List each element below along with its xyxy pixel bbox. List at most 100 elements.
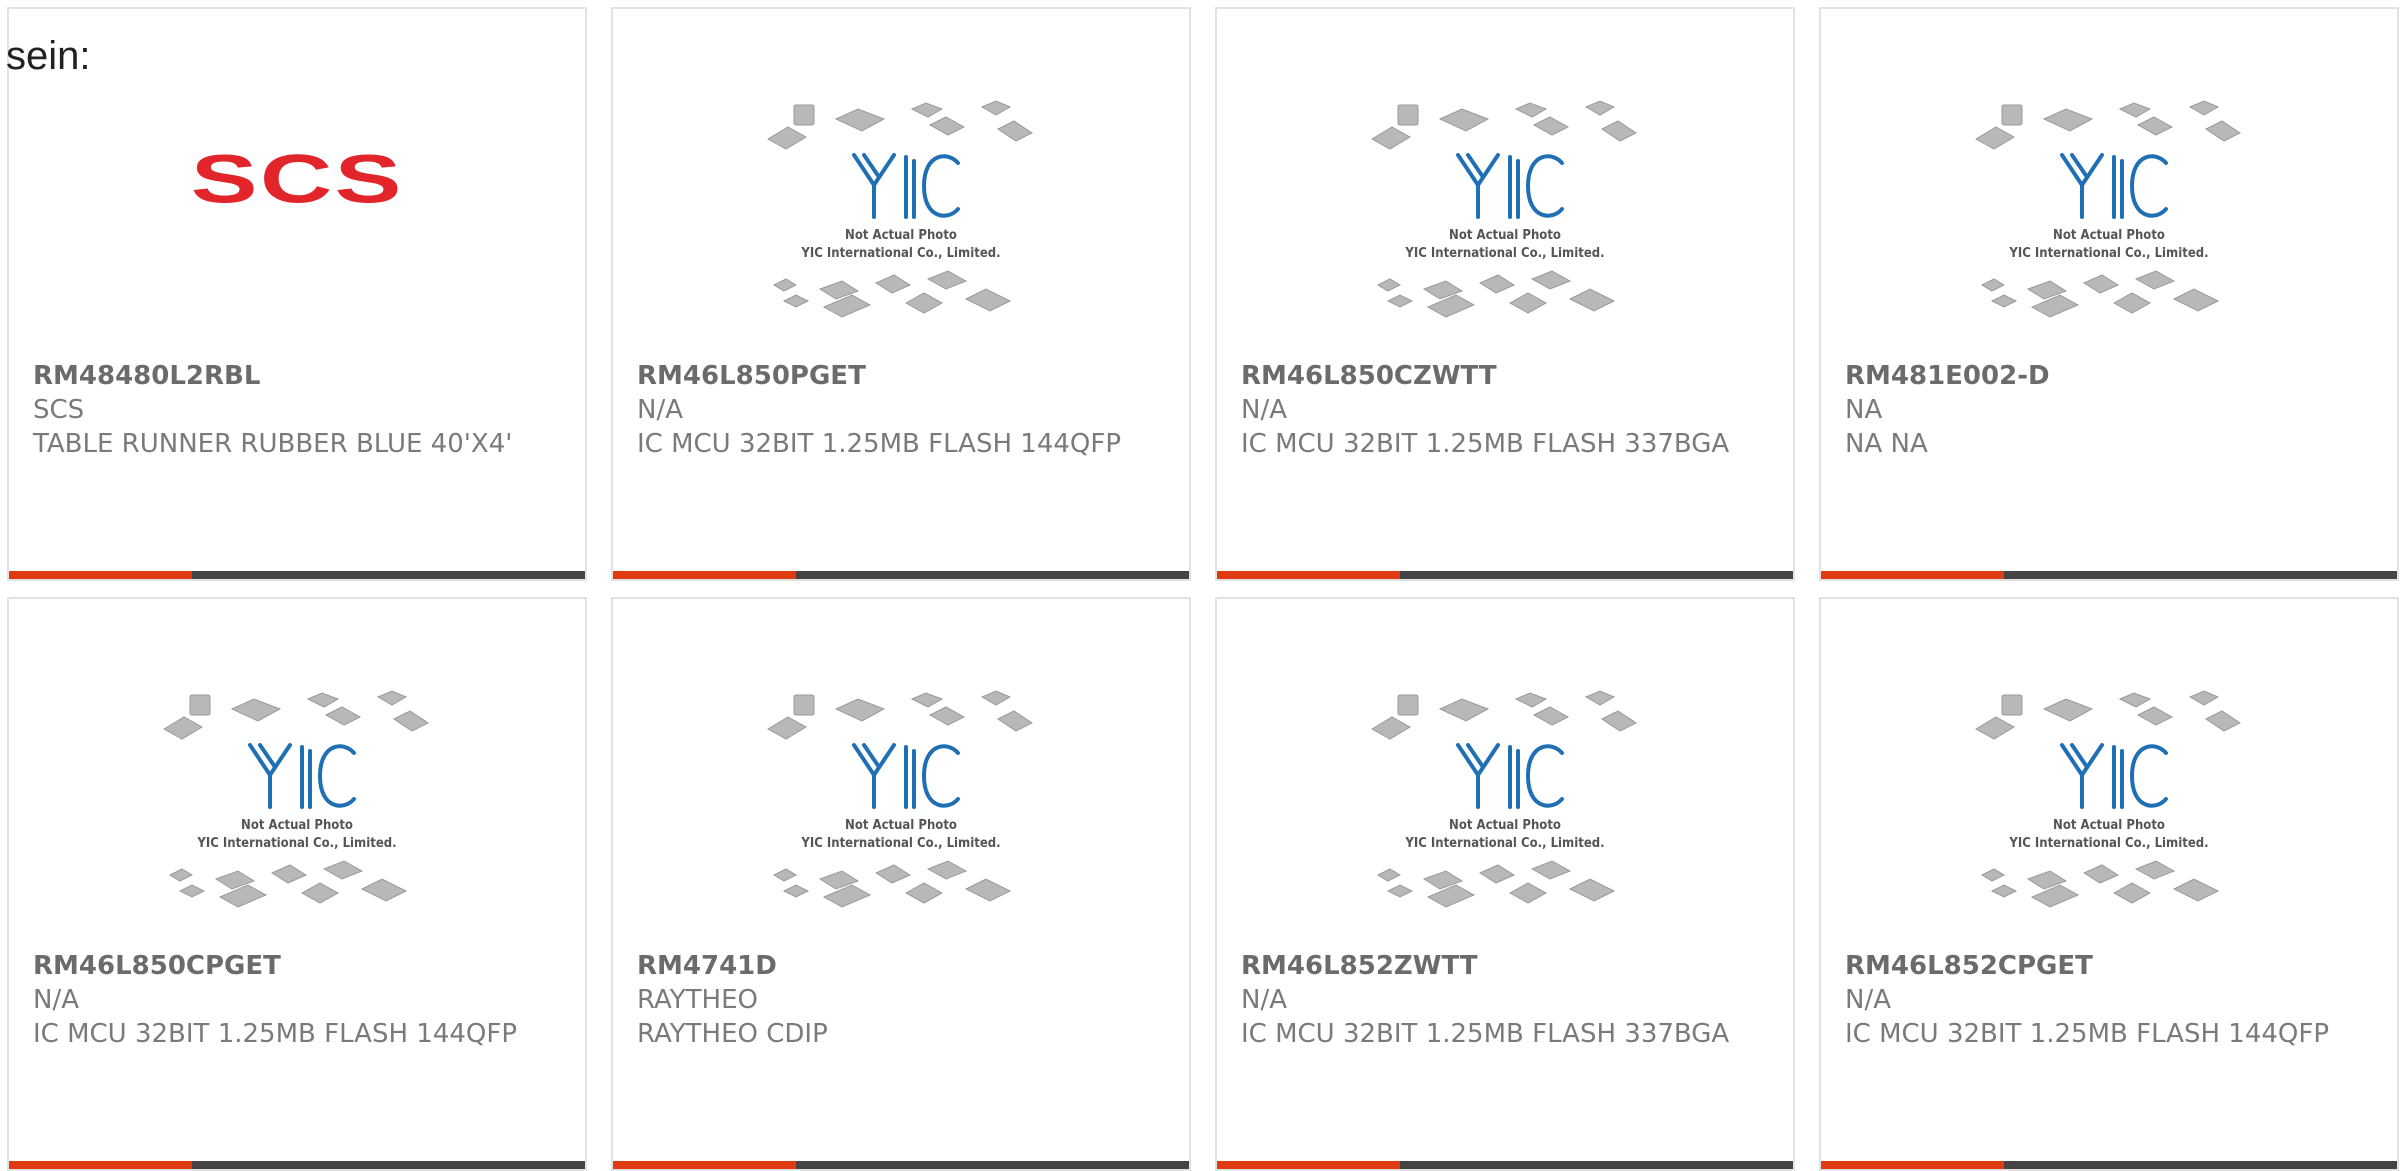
manufacturer: NA <box>1845 395 1883 425</box>
product-card[interactable]: Not Actual Photo YIC International Co., L… <box>1215 597 1795 1171</box>
yic-logo <box>852 743 960 809</box>
part-number[interactable]: RM46L850PGET <box>637 359 1175 393</box>
yic-logo <box>248 743 356 809</box>
card-bar <box>613 571 1189 579</box>
chip-packages-top <box>1975 690 2241 740</box>
not-actual-photo-caption: Not Actual Photo YIC International Co., L… <box>1404 228 1604 261</box>
card-bar-accent <box>9 571 192 579</box>
product-image: Not Actual Photo YIC International Co., L… <box>1217 679 1793 939</box>
chip-packages-bottom <box>1980 860 2220 908</box>
card-bar-accent <box>9 1161 192 1169</box>
yic-placeholder-image: Not Actual Photo YIC International Co., L… <box>1975 690 2241 908</box>
card-bar <box>613 1161 1189 1169</box>
svg-text:YIC International Co., Limited: YIC International Co., Limited. <box>196 836 396 851</box>
description: IC MCU 32BIT 1.25MB FLASH 337BGA <box>1241 429 1730 459</box>
scs-logo: SCS <box>190 141 404 218</box>
yic-placeholder-image: Not Actual Photo YIC International Co., L… <box>163 690 429 908</box>
chip-packages-top <box>163 690 429 740</box>
chip-packages-top <box>767 100 1033 150</box>
chip-packages-bottom <box>772 270 1012 318</box>
chip-packages-bottom <box>1980 270 2220 318</box>
chip-packages-bottom <box>168 860 408 908</box>
part-number[interactable]: RM4741D <box>637 949 1175 983</box>
product-card[interactable]: Not Actual Photo YIC International Co., L… <box>1819 7 2399 581</box>
manufacturer: N/A <box>1241 395 1287 425</box>
yic-placeholder-image: Not Actual Photo YIC International Co., L… <box>1975 100 2241 318</box>
svg-text:Not Actual Photo: Not Actual Photo <box>845 818 957 833</box>
card-bar <box>9 571 585 579</box>
manufacturer: RAYTHEO <box>637 985 758 1015</box>
manufacturer: N/A <box>1241 985 1287 1015</box>
product-image: Not Actual Photo YIC International Co., L… <box>9 679 585 939</box>
yic-placeholder-image: Not Actual Photo YIC International Co., L… <box>767 100 1033 318</box>
product-card[interactable]: Not Actual Photo YIC International Co., L… <box>1215 7 1795 581</box>
yic-placeholder-image: Not Actual Photo YIC International Co., L… <box>1371 690 1637 908</box>
part-number[interactable]: RM46L852ZWTT <box>1241 949 1779 983</box>
svg-text:YIC International Co., Limited: YIC International Co., Limited. <box>800 246 1000 261</box>
product-image: Not Actual Photo YIC International Co., L… <box>1821 89 2397 349</box>
description: IC MCU 32BIT 1.25MB FLASH 337BGA <box>1241 1019 1730 1049</box>
svg-text:Not Actual Photo: Not Actual Photo <box>2053 818 2165 833</box>
not-actual-photo-caption: Not Actual Photo YIC International Co., L… <box>2008 228 2208 261</box>
yic-logo <box>852 153 960 219</box>
product-image: SCS <box>9 89 585 349</box>
svg-text:Not Actual Photo: Not Actual Photo <box>2053 228 2165 243</box>
manufacturer: SCS <box>33 395 85 425</box>
card-bar <box>1217 1161 1793 1169</box>
chip-packages-top <box>767 690 1033 740</box>
part-number[interactable]: RM481E002-D <box>1845 359 2383 393</box>
product-image: Not Actual Photo YIC International Co., L… <box>613 679 1189 939</box>
svg-text:YIC International Co., Limited: YIC International Co., Limited. <box>800 836 1000 851</box>
description: NA NA <box>1845 429 1928 459</box>
product-card[interactable]: SCS RM48480L2RBL SCS TABLE RUNNER RUBBER… <box>7 7 587 581</box>
part-number[interactable]: RM46L850CPGET <box>33 949 571 983</box>
product-card[interactable]: Not Actual Photo YIC International Co., L… <box>7 597 587 1171</box>
svg-text:YIC International Co., Limited: YIC International Co., Limited. <box>1404 246 1604 261</box>
part-number[interactable]: RM48480L2RBL <box>33 359 571 393</box>
yic-logo <box>2060 743 2168 809</box>
description: RAYTHEO CDIP <box>637 1019 828 1049</box>
chip-packages-top <box>1371 690 1637 740</box>
description: IC MCU 32BIT 1.25MB FLASH 144QFP <box>1845 1019 2329 1049</box>
manufacturer: N/A <box>33 985 79 1015</box>
card-bar-accent <box>1821 1161 2004 1169</box>
product-card[interactable]: Not Actual Photo YIC International Co., L… <box>611 597 1191 1171</box>
svg-text:Not Actual Photo: Not Actual Photo <box>845 228 957 243</box>
card-bar-accent <box>613 1161 796 1169</box>
svg-text:Not Actual Photo: Not Actual Photo <box>1449 818 1561 833</box>
chip-packages-bottom <box>1376 270 1616 318</box>
product-image: Not Actual Photo YIC International Co., L… <box>613 89 1189 349</box>
svg-text:Not Actual Photo: Not Actual Photo <box>241 818 353 833</box>
card-bar <box>1821 1161 2397 1169</box>
manufacturer: N/A <box>1845 985 1891 1015</box>
product-card[interactable]: Not Actual Photo YIC International Co., L… <box>611 7 1191 581</box>
yic-logo <box>1456 743 1564 809</box>
chip-packages-bottom <box>772 860 1012 908</box>
description: TABLE RUNNER RUBBER BLUE 40'X4' <box>33 429 513 459</box>
chip-packages-top <box>1975 100 2241 150</box>
not-actual-photo-caption: Not Actual Photo YIC International Co., L… <box>800 228 1000 261</box>
description: IC MCU 32BIT 1.25MB FLASH 144QFP <box>33 1019 517 1049</box>
card-bar-accent <box>613 571 796 579</box>
chip-packages-bottom <box>1376 860 1616 908</box>
description: IC MCU 32BIT 1.25MB FLASH 144QFP <box>637 429 1121 459</box>
card-bar-accent <box>1217 1161 1400 1169</box>
card-bar-accent <box>1821 571 2004 579</box>
card-bar-accent <box>1217 571 1400 579</box>
not-actual-photo-caption: Not Actual Photo YIC International Co., L… <box>196 818 396 851</box>
svg-text:YIC International Co., Limited: YIC International Co., Limited. <box>2008 836 2208 851</box>
svg-text:Not Actual Photo: Not Actual Photo <box>1449 228 1561 243</box>
part-number[interactable]: RM46L850CZWTT <box>1241 359 1779 393</box>
product-card[interactable]: Not Actual Photo YIC International Co., L… <box>1819 597 2399 1171</box>
chip-packages-top <box>1371 100 1637 150</box>
part-number[interactable]: RM46L852CPGET <box>1845 949 2383 983</box>
lead-text: sein: <box>6 34 91 78</box>
yic-logo <box>2060 153 2168 219</box>
not-actual-photo-caption: Not Actual Photo YIC International Co., L… <box>800 818 1000 851</box>
yic-placeholder-image: Not Actual Photo YIC International Co., L… <box>1371 100 1637 318</box>
yic-logo <box>1456 153 1564 219</box>
product-image: Not Actual Photo YIC International Co., L… <box>1821 679 2397 939</box>
card-bar <box>9 1161 585 1169</box>
not-actual-photo-caption: Not Actual Photo YIC International Co., L… <box>2008 818 2208 851</box>
card-bar <box>1821 571 2397 579</box>
